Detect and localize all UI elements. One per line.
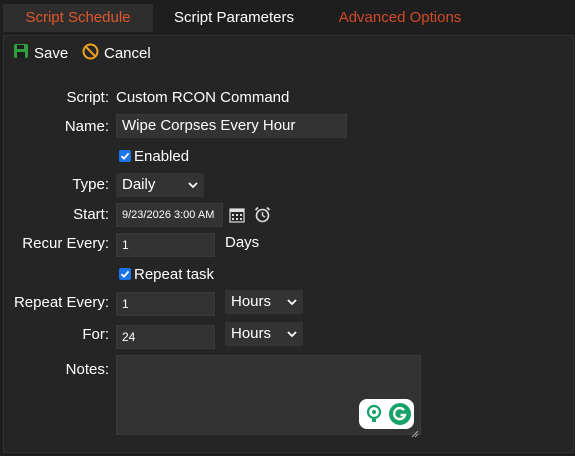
type-label: Type: [72, 176, 109, 193]
alarm-clock-icon[interactable] [254, 206, 271, 223]
repeat-task-checkbox[interactable]: Repeat task [119, 264, 214, 284]
calendar-icon[interactable] [229, 207, 245, 223]
grammarly-widget[interactable] [359, 399, 414, 429]
start-datetime-field[interactable]: 9/23/2026 3:00 AM [116, 203, 223, 227]
repeat-every-label: Repeat Every: [13, 294, 109, 311]
for-unit-value: Hours [231, 325, 272, 342]
recur-every-unit: Days [225, 234, 260, 251]
prohibit-icon [82, 43, 99, 66]
enabled-label: Enabled [134, 147, 190, 165]
notes-label: Notes: [65, 361, 109, 378]
save-label: Save [34, 45, 69, 62]
resize-grip-icon[interactable] [411, 425, 419, 438]
tab-script-schedule[interactable]: Script Schedule [3, 4, 153, 32]
repeat-task-label: Repeat task [134, 265, 215, 283]
recur-every-field[interactable]: 1 [116, 233, 215, 257]
repeat-every-unit-value: Hours [231, 293, 272, 310]
save-button[interactable]: Save [13, 44, 68, 64]
checkmark-icon [119, 150, 131, 162]
chevron-down-icon [287, 290, 297, 323]
tab-bar: Script Schedule Script Parameters Advanc… [0, 0, 575, 35]
enabled-checkbox[interactable]: Enabled [119, 146, 189, 166]
cancel-button[interactable]: Cancel [82, 43, 151, 66]
recur-every-label: Recur Every: [22, 235, 109, 252]
tab-script-parameters[interactable]: Script Parameters [156, 4, 312, 32]
for-field[interactable]: 24 [116, 325, 215, 349]
type-select[interactable]: Daily [116, 173, 204, 197]
repeat-every-unit-select[interactable]: Hours [225, 290, 303, 314]
tab-advanced-options[interactable]: Advanced Options [322, 4, 478, 32]
grammarly-icon[interactable] [388, 402, 412, 430]
script-value: Custom RCON Command [116, 89, 290, 106]
floppy-disk-icon [13, 43, 29, 65]
chevron-down-icon [188, 173, 198, 206]
script-label: Script: [66, 89, 109, 106]
chevron-down-icon [287, 322, 297, 355]
schedule-panel: Save Cancel Script: Custom RCON Command … [3, 35, 574, 453]
name-field[interactable]: Wipe Corpses Every Hour [116, 114, 347, 138]
checkmark-icon [119, 268, 131, 280]
repeat-every-field[interactable]: 1 [116, 292, 215, 316]
type-select-value: Daily [122, 176, 156, 193]
lightbulb-icon[interactable] [365, 404, 383, 428]
start-label: Start: [73, 206, 109, 223]
name-label: Name: [64, 118, 109, 135]
cancel-label: Cancel [104, 45, 151, 62]
for-unit-select[interactable]: Hours [225, 322, 303, 346]
for-label: For: [82, 326, 109, 343]
